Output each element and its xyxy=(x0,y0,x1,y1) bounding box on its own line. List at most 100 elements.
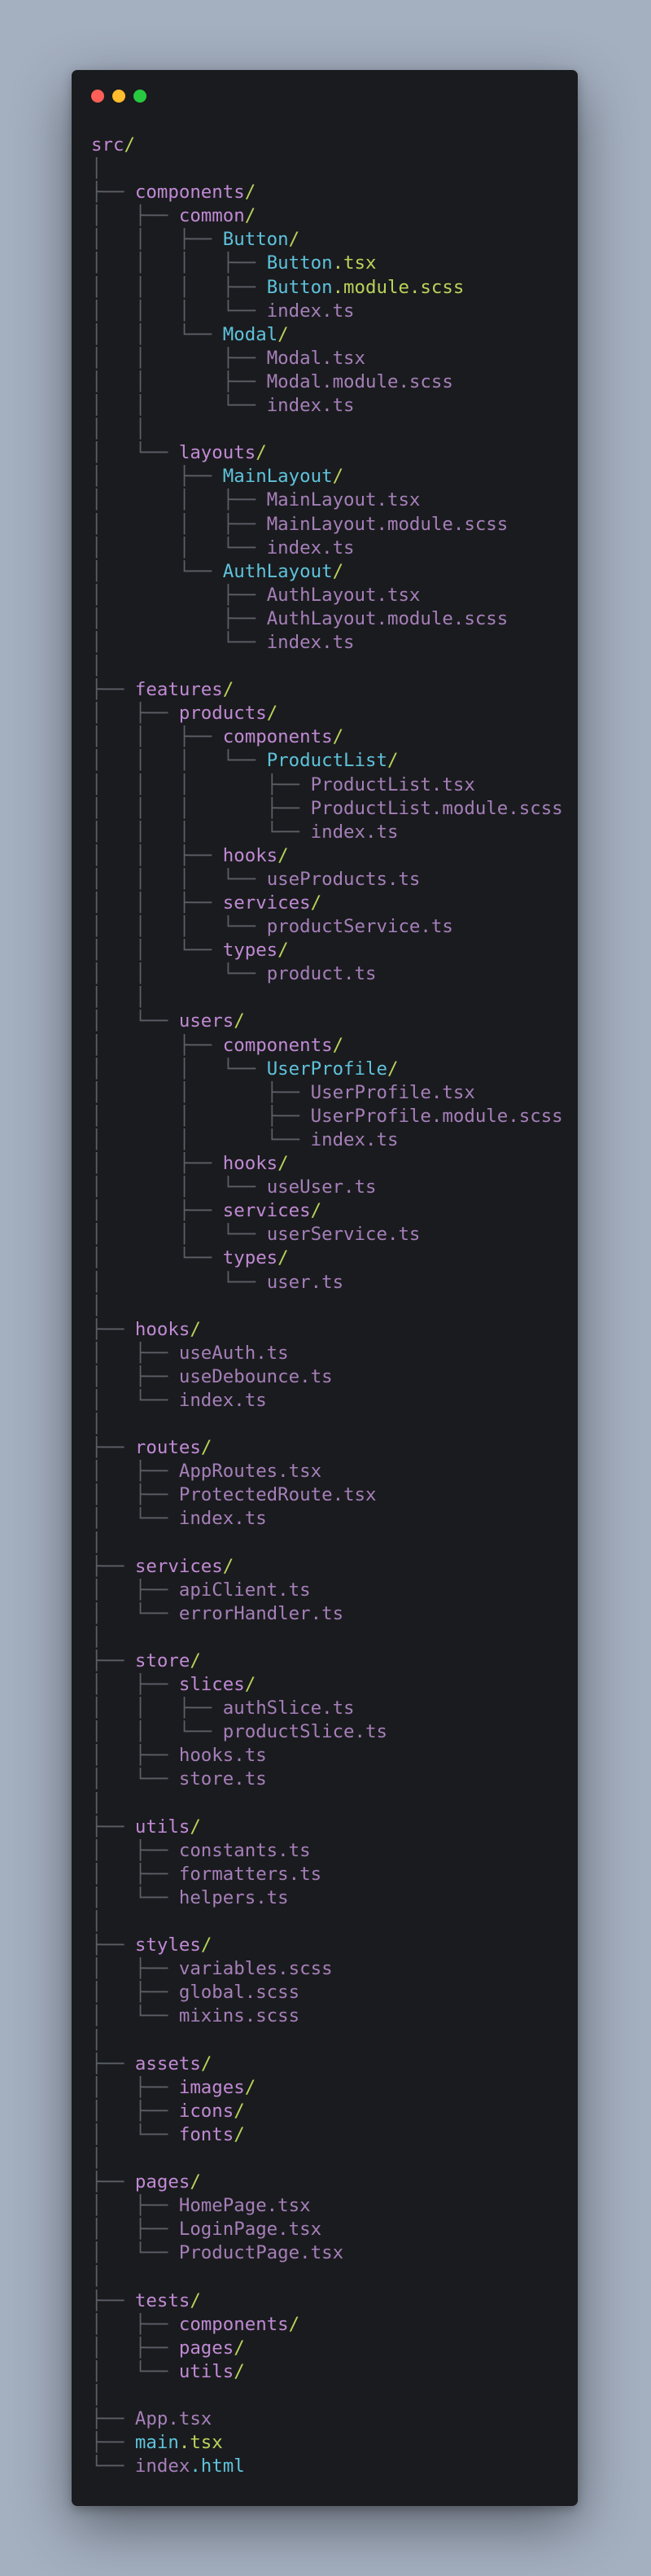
tree-file-row[interactable]: ├── App.tsx xyxy=(91,2407,563,2431)
tree-folder-row[interactable]: ├── components/ xyxy=(91,181,563,204)
tree-file-row[interactable]: │ └── index.ts xyxy=(91,1389,563,1413)
tree-branch-lines: │ ├── xyxy=(91,466,223,488)
tree-folder-row[interactable]: │ │ └── UserProfile/ xyxy=(91,1058,563,1081)
tree-folder-row[interactable]: │ ├── products/ xyxy=(91,702,563,725)
tree-file-row[interactable]: │ ├── AuthLayout.module.scss xyxy=(91,607,563,631)
tree-folder-row[interactable]: │ └── fonts/ xyxy=(91,2123,563,2147)
tree-file-row[interactable]: │ ├── useDebounce.ts xyxy=(91,1365,563,1389)
tree-folder-row[interactable]: │ │ │ └── ProductList/ xyxy=(91,749,563,773)
tree-folder-row[interactable]: │ ├── common/ xyxy=(91,204,563,228)
tree-entry-name: MainLayout.module.scss xyxy=(266,513,509,535)
tree-file-row[interactable]: │ │ ├── UserProfile.tsx xyxy=(91,1081,563,1105)
tree-folder-row[interactable]: │ ├── components/ xyxy=(91,2313,563,2337)
tree-file-row[interactable]: │ │ └── productSlice.ts xyxy=(91,1720,563,1744)
tree-file-row[interactable]: │ │ │ └── useProducts.ts xyxy=(91,868,563,892)
tree-file-row[interactable]: │ │ └── index.ts xyxy=(91,394,563,418)
tree-folder-row[interactable]: │ ├── pages/ xyxy=(91,2337,563,2360)
tree-file-row[interactable]: │ ├── ProtectedRoute.tsx xyxy=(91,1483,563,1507)
tree-folder-row[interactable]: │ ├── services/ xyxy=(91,1199,563,1223)
tree-file-row[interactable]: │ │ └── product.ts xyxy=(91,962,563,986)
tree-file-row[interactable]: │ ├── hooks.ts xyxy=(91,1744,563,1768)
tree-entry-name: layouts xyxy=(178,442,256,464)
tree-file-row[interactable]: │ │ └── index.ts xyxy=(91,537,563,560)
tree-file-row[interactable]: │ └── helpers.ts xyxy=(91,1886,563,1910)
tree-file-row[interactable]: │ │ └── useUser.ts xyxy=(91,1176,563,1199)
tree-folder-row[interactable]: src/ xyxy=(91,134,563,157)
tree-folder-row[interactable]: │ │ └── types/ xyxy=(91,939,563,962)
tree-folder-row[interactable]: │ ├── hooks/ xyxy=(91,1152,563,1176)
tree-file-row[interactable]: │ ├── AuthLayout.tsx xyxy=(91,584,563,607)
tree-file-row[interactable]: │ │ ├── UserProfile.module.scss xyxy=(91,1105,563,1128)
tree-file-row[interactable]: │ │ │ └── index.ts xyxy=(91,821,563,844)
tree-file-row[interactable]: │ │ │ ├── Button.tsx xyxy=(91,252,563,275)
tree-file-row[interactable]: │ │ │ ├── ProductList.module.scss xyxy=(91,797,563,821)
tree-file-row[interactable]: │ │ │ ├── ProductList.tsx xyxy=(91,773,563,797)
tree-folder-row[interactable]: ├── features/ xyxy=(91,678,563,702)
tree-folder-row[interactable]: ├── tests/ xyxy=(91,2289,563,2313)
tree-file-row[interactable]: │ └── user.ts xyxy=(91,1271,563,1295)
tree-folder-row[interactable]: │ └── users/ xyxy=(91,1010,563,1033)
tree-folder-row[interactable]: │ └── AuthLayout/ xyxy=(91,560,563,584)
tree-entry-name: types xyxy=(222,940,278,962)
tree-folder-row[interactable]: │ ├── components/ xyxy=(91,1034,563,1058)
tree-folder-row[interactable]: │ └── utils/ xyxy=(91,2360,563,2384)
tree-file-row[interactable]: │ │ │ ├── Button.module.scss xyxy=(91,276,563,300)
tree-entry-name: user.ts xyxy=(266,1271,344,1293)
tree-file-row[interactable]: ├── main.tsx xyxy=(91,2431,563,2455)
tree-entry-name: tests xyxy=(134,2289,190,2311)
tree-file-row[interactable]: └── index.html xyxy=(91,2455,563,2478)
tree-file-row[interactable]: │ ├── HomePage.tsx xyxy=(91,2194,563,2218)
tree-entry-name: services xyxy=(222,892,311,913)
tree-file-row[interactable]: │ └── index.ts xyxy=(91,1507,563,1531)
tree-file-row[interactable]: │ └── store.ts xyxy=(91,1768,563,1791)
tree-folder-row[interactable]: │ │ ├── services/ xyxy=(91,892,563,915)
tree-file-row[interactable]: │ │ ├── MainLayout.module.scss xyxy=(91,513,563,537)
tree-file-row[interactable]: │ ├── global.scss xyxy=(91,1981,563,2004)
tree-file-row[interactable]: │ ├── useAuth.ts xyxy=(91,1342,563,1365)
tree-file-row[interactable]: │ │ ├── authSlice.ts xyxy=(91,1697,563,1720)
zoom-window-button[interactable] xyxy=(133,90,146,103)
tree-folder-row[interactable]: │ └── types/ xyxy=(91,1246,563,1270)
tree-file-row[interactable]: │ └── mixins.scss xyxy=(91,2004,563,2028)
tree-folder-row[interactable]: │ ├── MainLayout/ xyxy=(91,465,563,488)
tree-file-row[interactable]: │ │ │ └── index.ts xyxy=(91,300,563,323)
close-window-button[interactable] xyxy=(91,90,104,103)
tree-folder-row[interactable]: ├── hooks/ xyxy=(91,1318,563,1342)
tree-folder-row[interactable]: ├── utils/ xyxy=(91,1816,563,1839)
tree-file-row[interactable]: │ │ ├── MainLayout.tsx xyxy=(91,488,563,512)
tree-file-row[interactable]: │ │ │ └── productService.ts xyxy=(91,915,563,939)
tree-folder-row[interactable]: ├── pages/ xyxy=(91,2171,563,2194)
tree-entry-suffix: .tsx xyxy=(332,252,377,274)
tree-folder-row[interactable]: │ ├── icons/ xyxy=(91,2100,563,2123)
tree-file-row[interactable]: │ └── ProductPage.tsx xyxy=(91,2241,563,2265)
tree-file-row[interactable]: │ │ └── userService.ts xyxy=(91,1223,563,1246)
tree-folder-row[interactable]: │ ├── images/ xyxy=(91,2076,563,2100)
tree-file-row[interactable]: │ ├── variables.scss xyxy=(91,1957,563,1981)
tree-folder-row[interactable]: │ ├── slices/ xyxy=(91,1673,563,1697)
tree-folder-row[interactable]: │ │ ├── Button/ xyxy=(91,228,563,252)
tree-folder-row[interactable]: ├── routes/ xyxy=(91,1436,563,1460)
tree-file-row[interactable]: │ ├── constants.ts xyxy=(91,1839,563,1863)
tree-folder-row[interactable]: ├── store/ xyxy=(91,1649,563,1673)
tree-folder-row[interactable]: ├── styles/ xyxy=(91,1934,563,1957)
tree-entry-name: styles xyxy=(134,1934,201,1956)
tree-entry-name: ProductPage.tsx xyxy=(178,2242,344,2264)
tree-file-row[interactable]: │ ├── LoginPage.tsx xyxy=(91,2218,563,2241)
tree-file-row[interactable]: │ │ ├── Modal.tsx xyxy=(91,347,563,370)
tree-file-row[interactable]: │ │ ├── Modal.module.scss xyxy=(91,370,563,394)
tree-folder-row[interactable]: │ └── layouts/ xyxy=(91,441,563,465)
tree-file-row[interactable]: │ └── errorHandler.ts xyxy=(91,1602,563,1626)
tree-branch-lines: │ │ ├── xyxy=(91,489,267,511)
tree-entry-suffix: / xyxy=(277,1247,289,1269)
tree-folder-row[interactable]: ├── services/ xyxy=(91,1555,563,1579)
tree-folder-row[interactable]: ├── assets/ xyxy=(91,2052,563,2076)
tree-file-row[interactable]: │ └── index.ts xyxy=(91,631,563,655)
tree-file-row[interactable]: │ │ └── index.ts xyxy=(91,1128,563,1152)
tree-file-row[interactable]: │ ├── apiClient.ts xyxy=(91,1579,563,1602)
tree-file-row[interactable]: │ ├── formatters.ts xyxy=(91,1863,563,1886)
tree-folder-row[interactable]: │ │ ├── hooks/ xyxy=(91,844,563,868)
minimize-window-button[interactable] xyxy=(112,90,125,103)
tree-file-row[interactable]: │ ├── AppRoutes.tsx xyxy=(91,1460,563,1483)
tree-folder-row[interactable]: │ │ ├── components/ xyxy=(91,725,563,749)
tree-folder-row[interactable]: │ │ └── Modal/ xyxy=(91,323,563,347)
